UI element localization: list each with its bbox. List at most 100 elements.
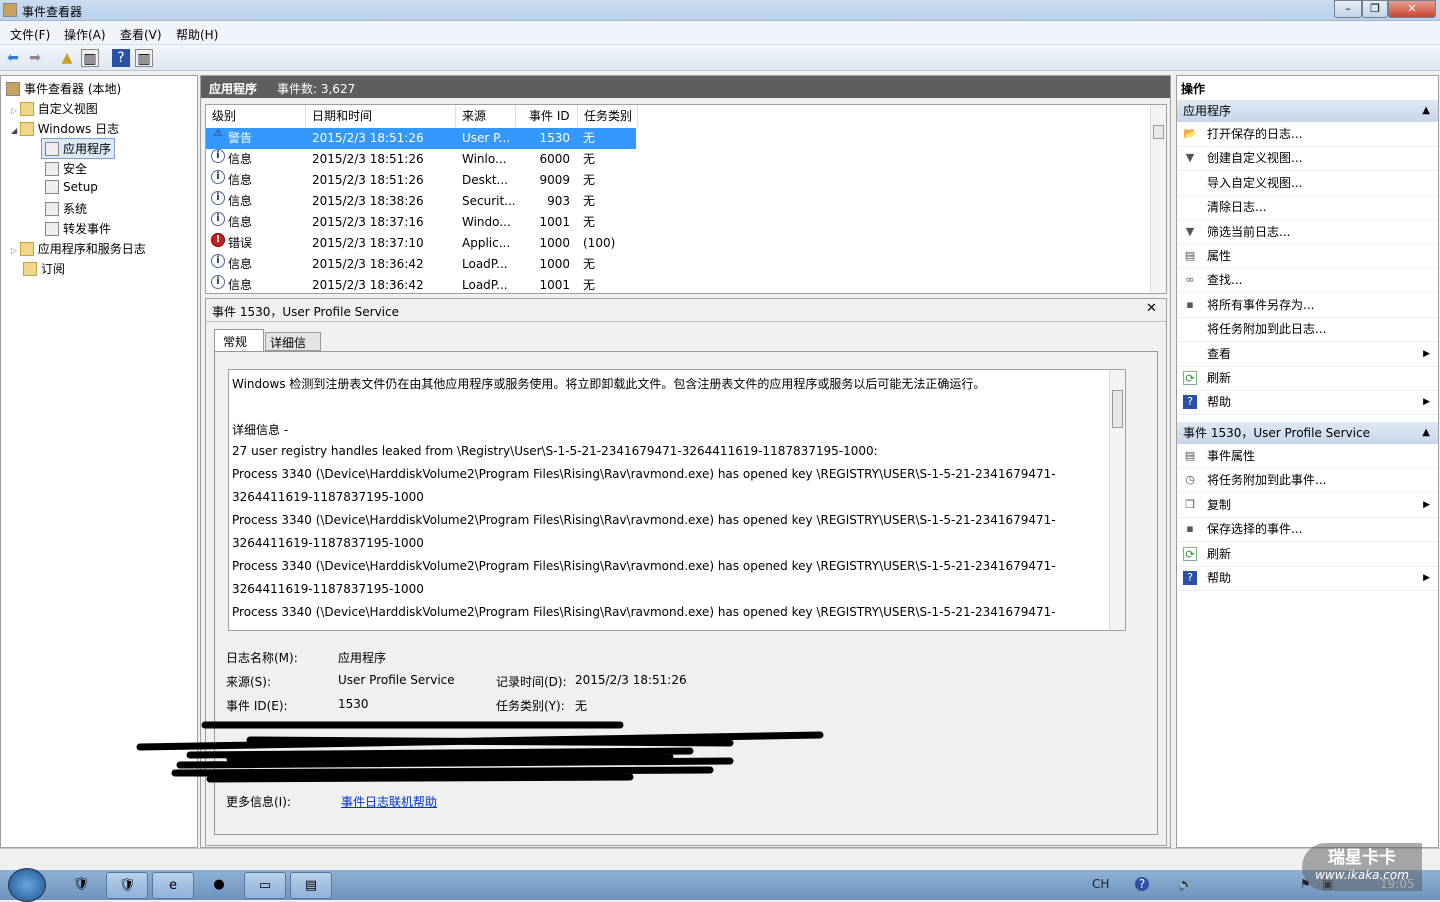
action-item[interactable]: ▪ 保存选择的事件...: [1177, 518, 1438, 543]
back-icon[interactable]: ⬅: [4, 49, 22, 67]
refresh-icon: ⟳: [1183, 371, 1197, 385]
taskbar-computer-icon[interactable]: ▭: [244, 872, 286, 899]
source-cell: User P...: [462, 131, 510, 145]
table-row[interactable]: i 信息 2015/2/3 18:51:26 Winlo... 6000 无: [206, 149, 1152, 170]
tree-item-forwarded[interactable]: 转发事件: [45, 220, 111, 237]
action-item[interactable]: ▼ 创建自定义视图...: [1177, 147, 1438, 172]
col-level[interactable]: 级别: [206, 105, 306, 127]
action-label: 查看: [1207, 346, 1232, 361]
action-item[interactable]: 📂 打开保存的日志...: [1177, 123, 1438, 147]
action-item[interactable]: ❐ 复制 ▶: [1177, 494, 1438, 518]
tree-item-application[interactable]: 应用程序: [41, 138, 116, 159]
submenu-arrow-icon: ▶: [1423, 348, 1430, 359]
tree-item-setup[interactable]: Setup: [45, 180, 98, 194]
log-name-value: 应用程序: [338, 651, 387, 665]
action-item[interactable]: ▼ 筛选当前日志...: [1177, 221, 1438, 245]
action-item[interactable]: 清除日志...: [1177, 196, 1438, 221]
event-viewer-icon: [3, 3, 17, 17]
log-name-label: 日志名称(M):: [226, 651, 298, 665]
menu-help[interactable]: 帮助(H): [176, 26, 218, 43]
menu-file[interactable]: 文件(F): [10, 26, 50, 43]
event-description[interactable]: Windows 检测到注册表文件仍在由其他应用程序或服务使用。将立即卸载此文件。…: [228, 369, 1126, 631]
level-cell: 信息: [228, 215, 253, 229]
action-item[interactable]: ∞ 查找...: [1177, 269, 1438, 294]
taskbar-app-icon[interactable]: ●: [198, 872, 240, 899]
action-label: 创建自定义视图...: [1207, 151, 1303, 166]
forward-icon[interactable]: ➡: [26, 49, 44, 67]
action-item[interactable]: ? 帮助 ▶: [1177, 567, 1438, 591]
window-title: 事件查看器: [22, 5, 83, 19]
close-button[interactable]: ✕: [1388, 0, 1436, 18]
description-line: Process 3340 (\Device\HarddiskVolume2\Pr…: [232, 467, 1056, 481]
action-item[interactable]: 查看 ▶: [1177, 343, 1438, 367]
level-cell: 错误: [228, 236, 253, 250]
action-item[interactable]: ▪ 将所有事件另存为...: [1177, 294, 1438, 318]
table-scrollbar[interactable]: [1150, 105, 1166, 293]
action-item[interactable]: ◷ 将任务附加到此事件...: [1177, 469, 1438, 494]
close-detail-icon[interactable]: ✕: [1146, 301, 1157, 316]
action-item[interactable]: ⟳ 刷新: [1177, 543, 1438, 567]
action-item[interactable]: 导入自定义视图...: [1177, 172, 1438, 196]
menu-view[interactable]: 查看(V): [120, 26, 162, 43]
tree-item-app-services[interactable]: ▷ 应用程序和服务日志: [11, 240, 146, 257]
detail-title: 事件 1530，User Profile Service: [212, 305, 399, 319]
help-icon[interactable]: ?: [112, 49, 130, 67]
datetime-cell: 2015/2/3 18:38:26: [312, 194, 424, 208]
action-item[interactable]: ? 帮助 ▶: [1177, 391, 1438, 416]
task-cell: (100): [583, 236, 616, 250]
tree-item-subscriptions[interactable]: 订阅: [23, 260, 65, 277]
log-icon: [45, 180, 59, 194]
tree-item-windows-logs[interactable]: ◢ Windows 日志: [11, 120, 119, 137]
properties-icon: ▤: [1184, 449, 1196, 462]
taskbar-ie-icon[interactable]: e: [152, 872, 194, 899]
col-source[interactable]: 来源: [456, 105, 516, 127]
volume-icon[interactable]: 🔈: [1178, 877, 1193, 891]
tree-item-custom-views[interactable]: ▷ 自定义视图: [11, 100, 98, 117]
show-actions-icon[interactable]: ▥: [135, 49, 153, 67]
taskbar-security-icon[interactable]: 🛡: [60, 872, 102, 899]
show-tree-icon[interactable]: ▥: [81, 49, 99, 67]
online-help-link[interactable]: 事件日志联机帮助: [341, 793, 437, 810]
tree-item-root[interactable]: 事件查看器 (本地): [6, 80, 121, 97]
table-row[interactable]: i 信息 2015/2/3 18:36:42 LoadP... 1001 无: [206, 275, 1152, 293]
minimize-button[interactable]: –: [1334, 0, 1362, 18]
binoculars-icon: ∞: [1185, 273, 1195, 287]
action-label: 帮助: [1207, 571, 1232, 585]
table-row[interactable]: i 信息 2015/2/3 18:37:16 Windo... 1001 无: [206, 212, 1152, 233]
action-item[interactable]: ▤ 属性: [1177, 245, 1438, 269]
taskbar-event-viewer-icon[interactable]: ▤: [290, 872, 332, 899]
task-cell: 无: [583, 152, 596, 166]
level-cell: 信息: [228, 257, 253, 271]
action-label: 复制: [1207, 497, 1232, 512]
section-application[interactable]: 应用程序 ▲: [1177, 100, 1438, 122]
section-event[interactable]: 事件 1530，User Profile Service ▲: [1177, 422, 1438, 444]
menu-action[interactable]: 操作(A): [64, 26, 106, 43]
help-tray-icon[interactable]: ?: [1135, 877, 1149, 891]
log-icon: [45, 202, 59, 216]
tab-general[interactable]: 常规: [214, 329, 264, 351]
action-item[interactable]: ⟳ 刷新: [1177, 367, 1438, 391]
action-label: 将任务附加到此事件...: [1207, 473, 1327, 488]
table-row[interactable]: i 信息 2015/2/3 18:36:42 LoadP... 1000 无: [206, 254, 1152, 275]
tree-item-security[interactable]: 安全: [45, 160, 87, 177]
folder-icon: [19, 122, 34, 136]
action-item[interactable]: 将任务附加到此日志...: [1177, 318, 1438, 343]
col-datetime[interactable]: 日期和时间: [306, 105, 456, 127]
event-id-cell: 1000: [539, 236, 570, 250]
language-indicator[interactable]: CH: [1092, 877, 1109, 891]
col-event-id[interactable]: 事件 ID: [516, 105, 578, 127]
tab-details[interactable]: 详细信息: [265, 332, 321, 367]
table-row[interactable]: i 信息 2015/2/3 18:51:26 Deskt... 9009 无: [206, 170, 1152, 191]
maximize-button[interactable]: ❐: [1362, 0, 1388, 18]
description-scrollbar[interactable]: [1109, 370, 1125, 630]
table-row[interactable]: ! 错误 2015/2/3 18:37:10 Applic... 1000 (100): [206, 233, 1152, 254]
up-folder-icon[interactable]: ▲: [58, 49, 76, 67]
taskbar-antivirus-icon[interactable]: 🛡: [106, 872, 148, 899]
tree-item-system[interactable]: 系统: [45, 200, 87, 217]
action-item[interactable]: ▤ 事件属性: [1177, 445, 1438, 469]
description-line: Process 3340 (\Device\HarddiskVolume2\Pr…: [232, 559, 1056, 573]
table-row[interactable]: i 信息 2015/2/3 18:38:26 Securit... 903 无: [206, 191, 1152, 212]
col-task[interactable]: 任务类别: [578, 105, 638, 127]
table-row[interactable]: ⚠ 警告 2015/2/3 18:51:26 User P... 1530 无: [206, 128, 1152, 149]
start-button[interactable]: [8, 868, 46, 902]
